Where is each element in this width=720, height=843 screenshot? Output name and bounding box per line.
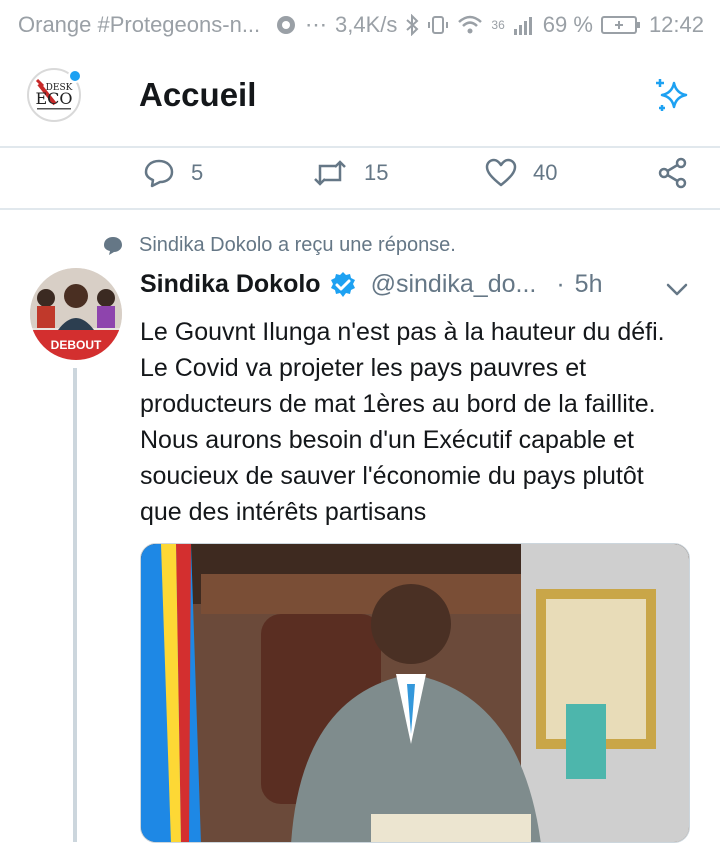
tweet-divider: [0, 208, 720, 210]
author-avatar-image: DEBOUT: [30, 268, 122, 360]
reply-button[interactable]: 5: [143, 158, 203, 188]
svg-text:ECO: ECO: [35, 89, 72, 108]
battery-icon: [600, 16, 640, 34]
chevron-down-icon[interactable]: [664, 276, 690, 302]
thread-line: [73, 368, 77, 842]
status-icons: ⋯ 3,4K/s 36 69 % 12:42: [275, 12, 704, 38]
avatar-caption: DEBOUT: [51, 338, 102, 352]
author-avatar[interactable]: DEBOUT: [30, 268, 122, 360]
signal-icon: [513, 17, 532, 35]
retweet-count: 15: [364, 160, 389, 185]
like-count: 40: [533, 160, 558, 185]
chrome-icon: [277, 16, 296, 34]
network-speed: 3,4K/s: [335, 12, 398, 37]
status-bar: Orange #Protegeons-n... ⋯ 3,4K/s 36 69 %…: [0, 0, 720, 52]
comment-bubble-icon: [104, 236, 122, 255]
retweet-icon: [314, 160, 346, 186]
wifi-icon: [458, 15, 483, 34]
sparkle-icon[interactable]: [652, 75, 692, 115]
vibrate-icon: [428, 16, 449, 34]
battery-percent: 69 %: [542, 12, 593, 37]
reply-icon: [144, 159, 174, 188]
app-header: [0, 52, 720, 146]
meta-separator: ·: [556, 270, 565, 298]
verified-badge-icon: [330, 271, 355, 297]
notification-dot: [68, 69, 82, 83]
tweet-media[interactable]: [140, 543, 690, 843]
retweet-button[interactable]: 15: [312, 158, 388, 188]
tweet-header: Sindika Dokolo @sindika_do... · 5h: [140, 270, 602, 299]
network-type: 36: [491, 18, 505, 32]
author-name[interactable]: Sindika Dokolo: [140, 270, 321, 299]
carrier-label: Orange #Protegeons-n...: [18, 12, 261, 37]
tweet-text: Le Gouvnt Ilunga n'est pas à la hauteur …: [140, 318, 665, 526]
bluetooth-icon: [406, 14, 419, 36]
clock: 12:42: [648, 12, 704, 37]
tweet-photo: [141, 544, 689, 842]
heart-icon: [485, 158, 517, 187]
share-icon[interactable]: [657, 157, 689, 189]
more-icon: ⋯: [305, 12, 328, 37]
like-button[interactable]: 40: [485, 158, 557, 188]
reply-count: 5: [191, 160, 204, 185]
header-divider: [0, 146, 720, 148]
tweet-time[interactable]: 5h: [575, 270, 603, 299]
reply-context[interactable]: Sindika Dokolo a reçu une réponse.: [103, 234, 456, 257]
page-title: Accueil: [139, 76, 257, 113]
reply-notice-text: Sindika Dokolo a reçu une réponse.: [139, 234, 456, 256]
author-handle[interactable]: @sindika_do...: [371, 270, 537, 299]
